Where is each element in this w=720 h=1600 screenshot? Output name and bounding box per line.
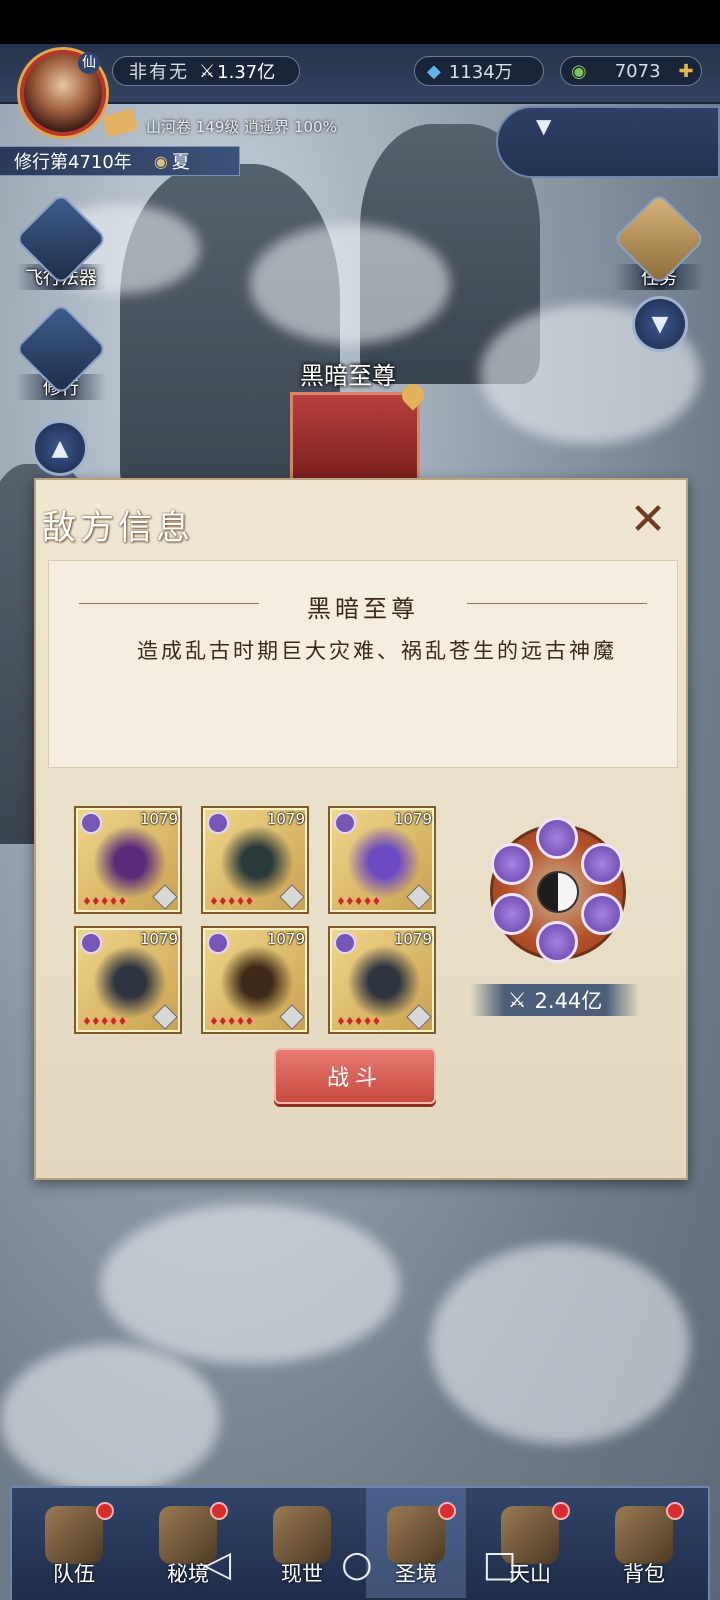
star-rating: ♦♦♦♦♦ — [336, 895, 381, 908]
unit-portrait — [348, 946, 420, 1018]
formation-node — [491, 843, 533, 885]
formation-node — [491, 893, 533, 935]
fight-button[interactable]: 战斗 — [274, 1048, 436, 1104]
season-icon: ◉ — [153, 151, 168, 171]
enemy-description-box: 黑暗至尊 造成乱古时期巨大灾难、祸乱苍生的远古神魔 — [48, 560, 678, 768]
unit-portrait — [221, 946, 293, 1018]
player-name: 非有无 — [129, 62, 189, 83]
boss-map-label: 黑暗至尊 — [300, 362, 396, 390]
collapse-menu-button[interactable]: ▼ — [632, 296, 688, 352]
enemy-description: 造成乱古时期巨大灾难、祸乱苍生的远古神魔 — [137, 639, 617, 663]
unit-level: 1079 — [266, 810, 305, 828]
chevron-down-icon: ▼ — [651, 311, 669, 337]
tasks-button[interactable]: 任务 — [612, 192, 706, 290]
star-rating: ♦♦♦♦♦ — [209, 895, 254, 908]
close-icon: ✕ — [629, 494, 667, 545]
star-rating: ♦♦♦♦♦ — [82, 1015, 127, 1028]
rarity-badge-icon — [334, 812, 356, 834]
star-rating: ♦♦♦♦♦ — [336, 1015, 381, 1028]
back-icon[interactable]: ◁ — [203, 1544, 231, 1585]
flight-artifact-button[interactable]: 飞行法器 — [14, 192, 108, 290]
jade-icon: ◉ — [571, 60, 587, 82]
star-rating: ♦♦♦♦♦ — [209, 1015, 254, 1028]
crystal-icon: ◆ — [427, 60, 441, 82]
unit-level: 1079 — [393, 810, 432, 828]
recents-icon[interactable]: □ — [483, 1544, 517, 1585]
close-button[interactable]: ✕ — [624, 496, 672, 544]
enemy-name: 黑暗至尊 — [307, 595, 419, 623]
rarity-badge-icon — [80, 812, 102, 834]
player-power: 1.37亿 — [217, 62, 276, 83]
unit-level: 1079 — [139, 930, 178, 948]
location-marker-icon: ▼ — [536, 114, 552, 138]
unit-portrait — [94, 826, 166, 898]
status-bar — [0, 0, 720, 44]
crystal-value: 1134万 — [448, 62, 513, 83]
jade-counter[interactable]: ◉ 7073 ✚ — [560, 56, 702, 86]
notification-dot — [666, 1502, 684, 1520]
dialog-title: 敌方信息 — [42, 508, 194, 548]
enemy-unit-card[interactable]: 1079 ♦♦♦♦♦ — [74, 806, 182, 914]
formation-node — [581, 843, 623, 885]
notification-dot — [438, 1502, 456, 1520]
divider-right — [467, 603, 647, 604]
enemy-power: 2.44亿 — [534, 989, 603, 1013]
formation-node — [536, 921, 578, 963]
player-name-power: 非有无 ⚔ 1.37亿 — [112, 56, 300, 86]
avatar-badge: 仙 — [78, 52, 100, 74]
system-navigation-bar: ◁ ○ □ — [0, 1528, 720, 1600]
unit-portrait — [221, 826, 293, 898]
map-minimap-button[interactable] — [496, 106, 720, 178]
formation-wheel[interactable] — [490, 817, 626, 963]
notification-dot — [210, 1502, 228, 1520]
cultivation-year: 修行第4710年 — [14, 152, 132, 173]
cultivation-year-bar: 修行第4710年 ◉ 夏 — [0, 146, 240, 176]
rarity-badge-icon — [207, 932, 229, 954]
cultivate-button[interactable]: 修行 — [14, 302, 108, 400]
rarity-badge-icon — [80, 932, 102, 954]
fight-label: 战斗 — [326, 1066, 383, 1091]
unit-level: 1079 — [266, 930, 305, 948]
notification-dot — [552, 1502, 570, 1520]
sword-power-icon: ⚔ — [199, 60, 216, 82]
home-icon[interactable]: ○ — [341, 1544, 372, 1585]
yin-yang-icon — [537, 871, 579, 913]
enemy-power-bar: ⚔ 2.44亿 — [470, 984, 640, 1016]
sword-power-icon: ⚔ — [507, 988, 527, 1012]
rarity-badge-icon — [207, 812, 229, 834]
enemy-unit-card[interactable]: 1079 ♦♦♦♦♦ — [201, 926, 309, 1034]
unit-level: 1079 — [393, 930, 432, 948]
notification-dot — [96, 1502, 114, 1520]
chevron-up-icon: ▲ — [51, 435, 69, 461]
top-resource-bar: 非有无 ⚔ 1.37亿 ◆ 1134万 ◉ 7073 ✚ — [0, 44, 720, 104]
formation-node — [581, 893, 623, 935]
jade-value: 7073 — [614, 60, 661, 82]
unit-portrait — [348, 826, 420, 898]
crystal-counter[interactable]: ◆ 1134万 — [414, 56, 544, 86]
enemy-info-dialog: 敌方信息 ✕ 黑暗至尊 造成乱古时期巨大灾难、祸乱苍生的远古神魔 1079 ♦♦♦… — [34, 478, 688, 1180]
enemy-unit-card[interactable]: 1079 ♦♦♦♦♦ — [201, 806, 309, 914]
formation-node — [536, 817, 578, 859]
realm-info: 山河卷 149级 逍遥界 100% — [146, 118, 337, 136]
boss-map-portrait[interactable] — [290, 392, 420, 482]
add-jade-icon[interactable]: ✚ — [679, 61, 694, 82]
enemy-unit-card[interactable]: 1079 ♦♦♦♦♦ — [328, 926, 436, 1034]
unit-portrait — [94, 946, 166, 1018]
enemy-unit-card[interactable]: 1079 ♦♦♦♦♦ — [328, 806, 436, 914]
unit-level: 1079 — [139, 810, 178, 828]
rarity-badge-icon — [334, 932, 356, 954]
enemy-unit-card[interactable]: 1079 ♦♦♦♦♦ — [74, 926, 182, 1034]
expand-menu-button[interactable]: ▲ — [32, 420, 88, 476]
star-rating: ♦♦♦♦♦ — [82, 895, 127, 908]
season: 夏 — [171, 152, 190, 173]
